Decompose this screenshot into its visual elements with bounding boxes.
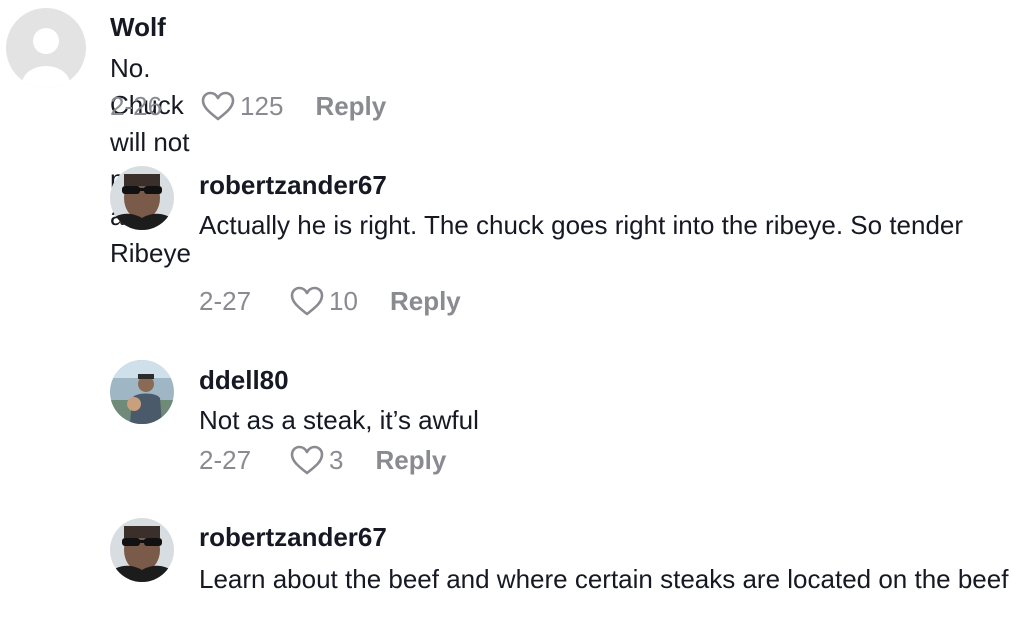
- heart-icon: [290, 286, 324, 316]
- reply-button[interactable]: Reply: [390, 286, 461, 317]
- avatar[interactable]: [6, 8, 86, 88]
- user-photo-avatar: [110, 166, 174, 230]
- comment-username[interactable]: robertzander67: [199, 522, 387, 553]
- comment-text: No. Chuck will not pass as Ribeye: [110, 53, 191, 268]
- comment-meta: 2-26 125 Reply: [110, 90, 386, 122]
- like-count: 10: [329, 285, 358, 316]
- like-count: 3: [329, 444, 344, 475]
- comment-thread: Wolf No. Chuck will not pass as Ribeye 2…: [0, 0, 1036, 636]
- comment-text: Not as a steak, it’s awful: [199, 405, 479, 435]
- comment-username[interactable]: Wolf: [110, 12, 166, 43]
- user-photo-avatar: [110, 518, 174, 582]
- avatar[interactable]: [110, 166, 174, 230]
- default-avatar-icon: [6, 8, 86, 88]
- reply-button[interactable]: Reply: [376, 445, 447, 476]
- like-button[interactable]: 125: [200, 90, 283, 122]
- heart-icon: [201, 91, 235, 121]
- comment-meta: 2-27 3 Reply: [199, 444, 446, 476]
- user-photo-avatar: [110, 360, 174, 424]
- comment-text: Actually he is right. The chuck goes rig…: [199, 210, 964, 240]
- avatar[interactable]: [110, 360, 174, 424]
- comment-text: Learn about the beef and where certain s…: [199, 564, 1009, 594]
- comment-username[interactable]: ddell80: [199, 365, 289, 396]
- like-button[interactable]: 3: [289, 444, 344, 476]
- heart-icon: [290, 445, 324, 475]
- reply-button[interactable]: Reply: [315, 91, 386, 122]
- comment-meta: 2-27 10 Reply: [199, 285, 461, 317]
- comment-username[interactable]: robertzander67: [199, 170, 387, 201]
- comment-date: 2-27: [199, 444, 252, 475]
- like-button[interactable]: 10: [289, 285, 358, 317]
- comment-date: 2-27: [199, 285, 252, 316]
- comment-date: 2-26: [110, 90, 163, 121]
- like-count: 125: [240, 90, 284, 121]
- avatar[interactable]: [110, 518, 174, 582]
